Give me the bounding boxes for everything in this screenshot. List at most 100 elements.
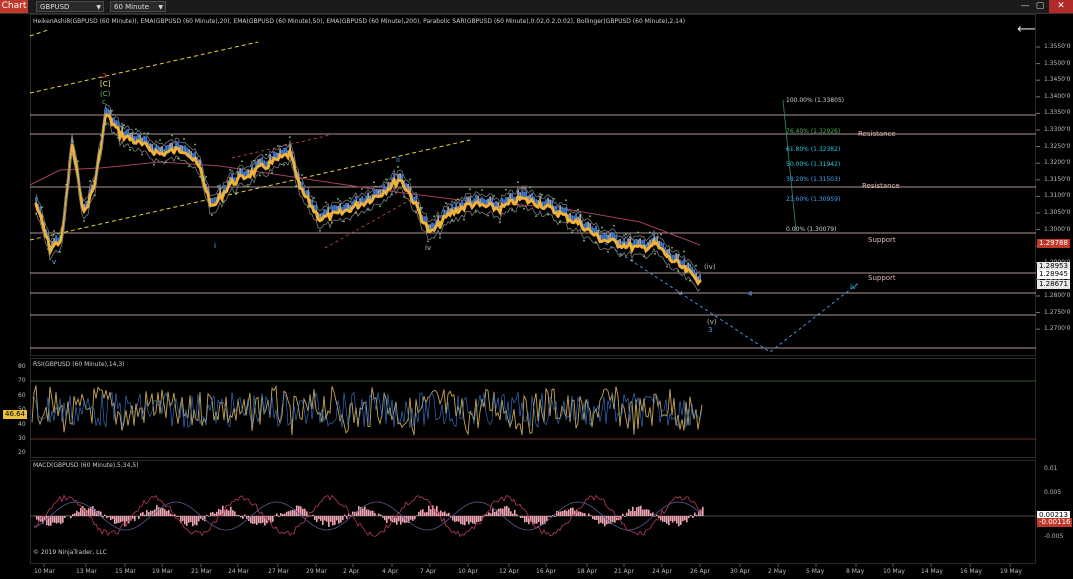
macd-histogram-bar xyxy=(304,508,306,516)
back-arrow-icon[interactable]: ⟵ xyxy=(1017,22,1036,37)
macd-histogram-bar xyxy=(342,516,344,521)
macd-histogram-bar xyxy=(524,516,526,523)
macd-histogram-bar xyxy=(468,516,470,525)
macd-histogram-bar xyxy=(252,516,254,524)
price-bar xyxy=(517,189,519,196)
sar-dot xyxy=(283,163,285,166)
macd-histogram-bar xyxy=(570,507,572,516)
macd-histogram-bar xyxy=(692,516,694,519)
macd-histogram-bar xyxy=(466,516,468,522)
macd-histogram-bar xyxy=(344,514,346,516)
macd-histogram-bar xyxy=(426,512,428,516)
sar-dot xyxy=(535,215,537,217)
price-bar xyxy=(301,181,303,188)
price-bar xyxy=(311,199,313,206)
fib-level-label: 38.20% (1.31503) xyxy=(786,176,841,183)
price-bar xyxy=(151,144,153,151)
sar-dot xyxy=(607,250,609,253)
price-bar xyxy=(113,117,115,124)
time-axis-label: 5 May xyxy=(806,568,825,575)
macd-histogram-bar xyxy=(114,516,116,524)
macd-histogram-bar xyxy=(642,509,644,516)
wave-label: ii xyxy=(396,156,400,164)
sar-dot xyxy=(571,231,573,234)
price-bar xyxy=(467,196,469,203)
price-tick-label: 1.3250'0 xyxy=(1044,142,1071,150)
macd-histogram-bar xyxy=(324,516,326,521)
macd-histogram-bar xyxy=(88,508,90,516)
price-bar xyxy=(585,222,587,229)
macd-histogram-bar xyxy=(398,516,400,522)
sar-dot xyxy=(654,252,656,255)
macd-histogram-bar xyxy=(654,516,656,517)
macd-histogram-bar xyxy=(64,516,66,518)
price-bar xyxy=(347,203,349,210)
macd-histogram-bar xyxy=(400,516,402,525)
macd-histogram-bar xyxy=(144,514,146,516)
macd-indicator-legend: MACD(GBPUSD (60 Minute),5,34,5) xyxy=(33,462,139,469)
price-bar xyxy=(687,262,689,269)
macd-histogram-bar xyxy=(292,509,294,516)
time-axis-label: 19 Mar xyxy=(152,568,173,575)
macd-histogram-bar xyxy=(312,514,314,516)
macd-histogram-bar xyxy=(72,514,74,516)
price-bar xyxy=(675,253,677,260)
macd-histogram-bar xyxy=(646,509,648,516)
sar-dot xyxy=(589,215,591,218)
time-axis-label: 30 Apr xyxy=(730,568,750,575)
price-bar xyxy=(379,189,381,196)
macd-histogram-bar xyxy=(70,516,72,519)
macd-histogram-bar xyxy=(614,516,616,523)
wave-label: v xyxy=(678,289,683,297)
sar-dot xyxy=(469,188,471,191)
macd-histogram-bar xyxy=(558,511,560,516)
sar-dot xyxy=(463,218,465,221)
time-axis-label: 7 Apr xyxy=(420,568,437,575)
macd-histogram-bar xyxy=(56,516,58,524)
macd-histogram-bar xyxy=(626,512,628,516)
macd-histogram-bar xyxy=(378,513,380,516)
macd-histogram-bar xyxy=(328,516,330,527)
macd-histogram-bar xyxy=(492,508,494,516)
macd-histogram-bar xyxy=(606,516,608,525)
price-bar xyxy=(375,188,377,195)
macd-histogram-bar xyxy=(404,516,406,524)
time-axis-label: 18 Apr xyxy=(577,568,597,575)
sar-dot xyxy=(559,221,561,224)
macd-histogram-bar xyxy=(430,509,432,516)
macd-histogram-bar xyxy=(504,506,506,516)
price-bar xyxy=(373,189,375,196)
price-bar xyxy=(335,205,337,212)
macd-histogram-bar xyxy=(368,509,370,516)
sar-dot xyxy=(475,210,477,213)
sar-dot xyxy=(89,180,91,183)
price-indicator-legend: HeikenAshi8(GBPUSD (60 Minute)), EMA(GBP… xyxy=(33,18,686,25)
sar-dot xyxy=(397,166,399,168)
price-bar xyxy=(241,168,243,175)
sar-dot xyxy=(391,193,393,196)
bollinger-lower xyxy=(35,121,701,292)
macd-histogram-bar xyxy=(374,513,376,516)
price-bar xyxy=(431,222,433,229)
macd-histogram-bar xyxy=(320,516,322,521)
time-axis-label: 10 May xyxy=(883,568,905,575)
macd-histogram-bar xyxy=(338,516,340,524)
sar-dot xyxy=(660,233,662,236)
macd-histogram-bar xyxy=(280,513,282,516)
macd-histogram-bar xyxy=(194,516,196,525)
macd-histogram-bar xyxy=(366,509,368,516)
macd-histogram-bar xyxy=(142,511,144,516)
macd-histogram-bar xyxy=(110,516,112,521)
chart-canvas[interactable] xyxy=(0,0,1073,579)
time-axis-label: 29 Mar xyxy=(306,568,327,575)
macd-histogram-bar xyxy=(36,516,38,520)
rsi-tick-label: 30 xyxy=(18,435,26,442)
macd-histogram-bar xyxy=(694,512,696,516)
macd-histogram-bar xyxy=(444,511,446,516)
sar-dot xyxy=(671,246,673,249)
macd-histogram-bar xyxy=(318,516,320,520)
price-bar xyxy=(465,196,467,203)
macd-histogram-bar xyxy=(168,510,170,516)
price-bar xyxy=(165,145,167,152)
sar-dot xyxy=(565,199,567,202)
